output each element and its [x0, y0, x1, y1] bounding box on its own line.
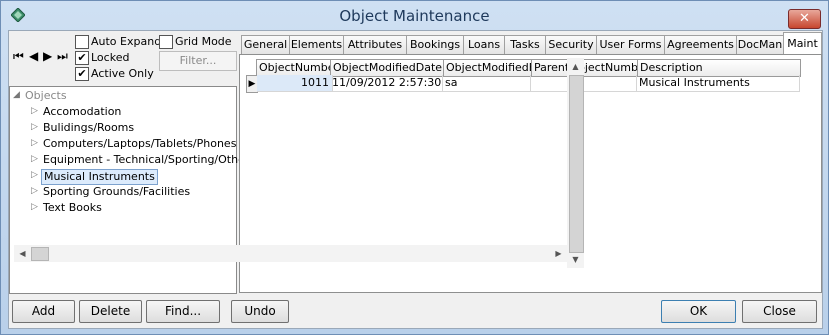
find-button[interactable]: Find... — [146, 300, 220, 323]
title-bar[interactable]: Object Maintenance ✕ — [1, 1, 828, 29]
tree-item-label: Text Books — [43, 201, 102, 214]
scroll-down-icon[interactable]: ▼ — [567, 251, 584, 268]
object-tree[interactable]: ◢ Objects ▷ Accomodation ▷ Bulidings/Roo… — [9, 86, 249, 294]
client-area: ⏮ ◀ ▶ ⏭ Auto Expand ✔ Locked ✔ Active On… — [8, 30, 823, 329]
tab-general[interactable]: General — [241, 35, 290, 54]
expand-arrow-icon[interactable]: ▷ — [31, 202, 39, 212]
vertical-scroll-thumb[interactable] — [569, 75, 584, 253]
expand-arrow-icon[interactable]: ▷ — [31, 170, 39, 180]
scroll-right-icon[interactable]: ▶ — [550, 245, 567, 262]
cell-objectmodifiedby[interactable]: sa — [443, 75, 531, 92]
expand-arrow-icon[interactable]: ▷ — [31, 106, 39, 116]
scroll-up-icon[interactable]: ▲ — [567, 58, 584, 75]
tree-item-label: Bulidings/Rooms — [43, 121, 135, 134]
horizontal-scrollbar[interactable]: ◀ ▶ — [14, 245, 567, 262]
expand-arrow-icon[interactable]: ▷ — [31, 186, 39, 196]
scroll-left-icon[interactable]: ◀ — [14, 245, 31, 262]
delete-button[interactable]: Delete — [79, 300, 142, 323]
auto-expand-box[interactable] — [75, 35, 89, 49]
add-button[interactable]: Add — [12, 300, 75, 323]
tab-attributes[interactable]: Attributes — [343, 35, 407, 54]
tab-elements[interactable]: Elements — [289, 35, 344, 54]
expand-arrow-icon[interactable]: ▷ — [31, 154, 39, 164]
tab-user-forms[interactable]: User Forms — [596, 35, 665, 54]
undo-button[interactable]: Undo — [231, 300, 289, 323]
first-record-icon[interactable]: ⏮ — [13, 49, 24, 64]
tab-docman[interactable]: DocMan — [736, 35, 784, 54]
locked-label: Locked — [91, 51, 130, 64]
ok-button[interactable]: OK — [661, 300, 736, 323]
tab-bookings[interactable]: Bookings — [406, 35, 464, 54]
tree-item-label: Accomodation — [43, 105, 122, 118]
tab-loans[interactable]: Loans — [463, 35, 505, 54]
active-only-label: Active Only — [91, 67, 154, 80]
tab-maint[interactable]: Maint — [783, 32, 822, 55]
tab-security[interactable]: Security — [545, 35, 597, 54]
tree-item-label: Equipment - Technical/Sporting/Other — [43, 153, 250, 166]
cell-description[interactable]: Musical Instruments — [637, 75, 800, 92]
grid-mode-label: Grid Mode — [175, 35, 232, 48]
cell-objectmodifieddate[interactable]: 11/09/2012 2:57:30 PM — [330, 75, 443, 92]
tree-item-label: Computers/Laptops/Tablets/Phones — [43, 137, 237, 150]
previous-record-icon[interactable]: ◀ — [29, 49, 38, 63]
expand-arrow-icon[interactable]: ▷ — [31, 138, 39, 148]
close-window-button[interactable]: ✕ — [788, 9, 821, 29]
window-title: Object Maintenance — [339, 7, 490, 25]
close-button[interactable]: Close — [742, 300, 817, 323]
tree-root-label: Objects — [25, 89, 67, 102]
horizontal-scroll-thumb[interactable] — [31, 247, 49, 261]
vertical-scrollbar[interactable]: ▲ ▼ — [567, 58, 584, 268]
locked-check-icon[interactable]: ✔ — [75, 51, 89, 65]
cell-parentobjectnumber[interactable] — [531, 75, 637, 92]
last-record-icon[interactable]: ⏭ — [57, 49, 68, 64]
tab-tasks[interactable]: Tasks — [504, 35, 546, 54]
grid-mode-box[interactable] — [159, 35, 173, 49]
cell-objectnumber[interactable]: 1011 — [257, 75, 333, 92]
object-maintenance-window: Object Maintenance ✕ ⏮ ◀ ▶ ⏭ Auto Expand… — [0, 0, 829, 335]
tab-agreements[interactable]: Agreements — [664, 35, 737, 54]
filter-button[interactable]: Filter... — [159, 51, 237, 71]
expand-arrow-icon[interactable]: ▷ — [31, 122, 39, 132]
next-record-icon[interactable]: ▶ — [43, 49, 52, 63]
tree-item-label: Sporting Grounds/Facilities — [43, 185, 191, 198]
collapse-arrow-icon[interactable]: ◢ — [13, 90, 21, 100]
auto-expand-label: Auto Expand — [91, 35, 162, 48]
active-only-check-icon[interactable]: ✔ — [75, 67, 89, 81]
tree-item-label: Musical Instruments — [41, 169, 158, 185]
